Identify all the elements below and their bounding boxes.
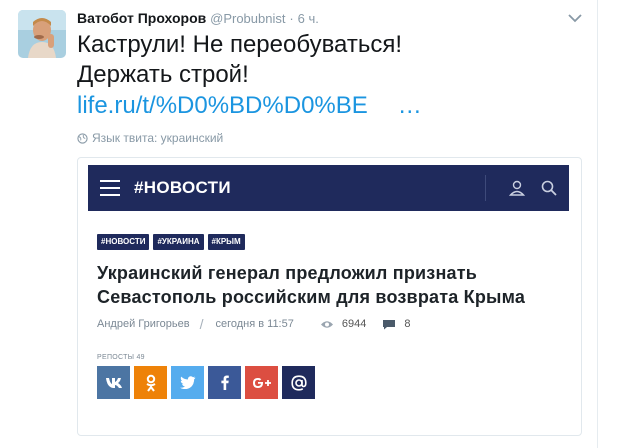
- twitter-share-button[interactable]: [171, 366, 204, 399]
- language-note-text: Язык твита: украинский: [92, 131, 224, 145]
- google-plus-icon: [252, 377, 271, 388]
- share-buttons: [97, 366, 315, 399]
- language-note: Язык твита: украинский: [77, 131, 223, 145]
- tweet-time[interactable]: 6 ч.: [298, 11, 319, 26]
- vk-share-button[interactable]: [97, 366, 130, 399]
- views-value: 6944: [341, 318, 367, 330]
- tag-crimea[interactable]: #КРЫМ: [207, 234, 245, 250]
- email-icon: [290, 374, 307, 391]
- article-author[interactable]: Андрей Григорьев: [97, 318, 190, 330]
- article-headline[interactable]: Украинский генерал предложил признать Се…: [97, 261, 567, 309]
- separator-dot: ·: [289, 11, 294, 26]
- email-share-button[interactable]: [282, 366, 315, 399]
- comment-icon: [383, 319, 396, 329]
- views-count: 6944: [320, 318, 366, 330]
- avatar[interactable]: [18, 10, 66, 58]
- author-name[interactable]: Ватобот Прохоров: [77, 10, 206, 26]
- tweet-header: Ватобот Прохоров @Probubnist · 6 ч.: [77, 9, 319, 28]
- menu-icon[interactable]: [100, 180, 120, 196]
- tweet-text-line: Держать строй!: [77, 61, 249, 88]
- link-preview-card[interactable]: #НОВОСТИ #НОВОСТИ #УКРАИНА #КРЫМ Украинс…: [77, 157, 582, 436]
- facebook-share-button[interactable]: [208, 366, 241, 399]
- comments-count[interactable]: 8: [382, 318, 410, 330]
- tweet-text: Каструли! Не переобуваться! Держать стро…: [77, 30, 402, 90]
- comments-value: 8: [404, 318, 411, 330]
- search-icon[interactable]: [540, 179, 558, 197]
- tag-list: #НОВОСТИ #УКРАИНА #КРЫМ: [97, 234, 245, 250]
- article-date: сегодня в 11:57: [215, 318, 294, 330]
- twitter-icon: [179, 376, 195, 389]
- ok-icon: [145, 374, 156, 392]
- google-plus-share-button[interactable]: [245, 366, 278, 399]
- headline-line: Украинский генерал предложил признать: [97, 263, 478, 283]
- site-navbar: #НОВОСТИ: [88, 165, 569, 211]
- facebook-icon: [220, 375, 229, 390]
- site-section-title[interactable]: #НОВОСТИ: [134, 178, 231, 198]
- user-icon[interactable]: [508, 179, 526, 197]
- tweet: Ватобот Прохоров @Probubnist · 6 ч. Каст…: [0, 0, 633, 448]
- ok-share-button[interactable]: [134, 366, 167, 399]
- timeline-divider: [597, 0, 598, 448]
- tweet-link-text[interactable]: life.ru/t/%D0%BD%D0%BE: [77, 92, 368, 119]
- chevron-down-icon[interactable]: [565, 8, 585, 28]
- tweet-link[interactable]: life.ru/t/%D0%BD%D0%BE …: [77, 91, 422, 121]
- article-meta: Андрей Григорьев / сегодня в 11:57 6944 …: [97, 316, 410, 332]
- meta-separator: /: [199, 316, 204, 332]
- vk-icon: [105, 377, 122, 388]
- reposts-label: РЕПОСТЫ 49: [97, 354, 145, 361]
- tag-ukraine[interactable]: #УКРАИНА: [153, 234, 204, 250]
- navbar-divider: [485, 175, 486, 201]
- tweet-text-line: Каструли! Не переобуваться!: [77, 31, 403, 58]
- headline-line: Севастополь российским для возврата Крым…: [97, 287, 526, 307]
- globe-icon: [77, 132, 88, 144]
- author-handle[interactable]: @Probubnist: [210, 11, 285, 26]
- tag-news[interactable]: #НОВОСТИ: [97, 234, 150, 250]
- tweet-link-ellipsis[interactable]: …: [398, 92, 422, 119]
- eye-icon: [320, 320, 333, 328]
